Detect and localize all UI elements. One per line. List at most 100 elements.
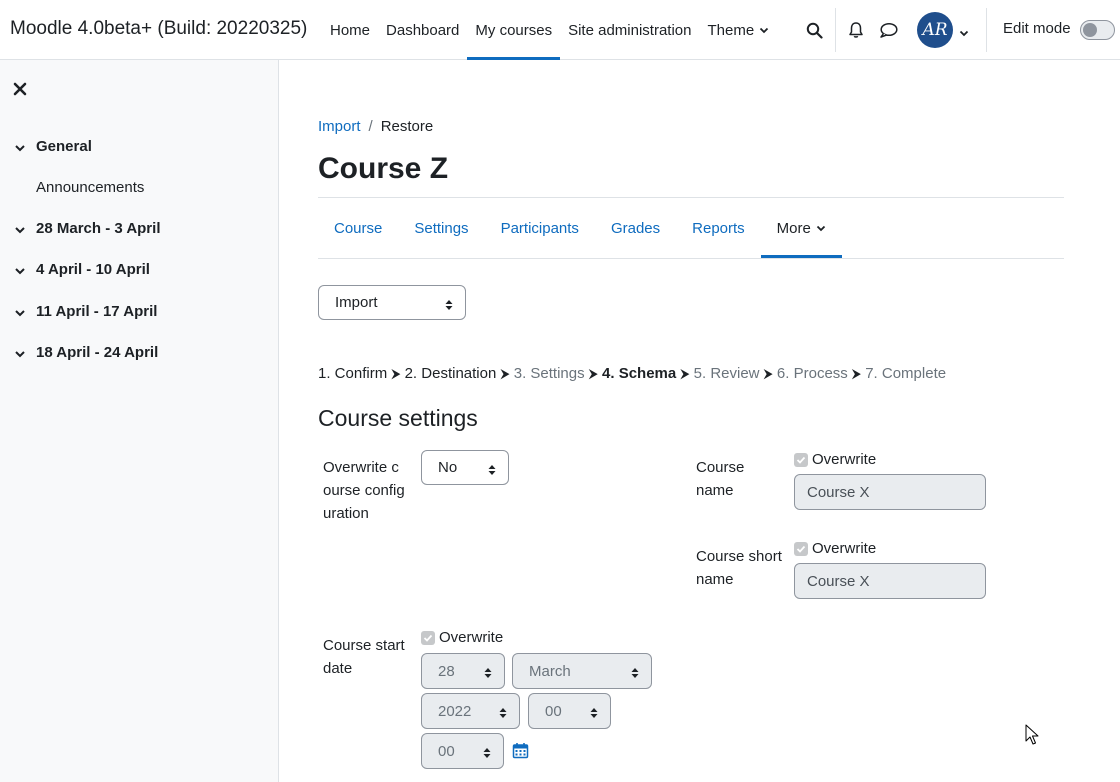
section-week-3[interactable]: 11 April - 17 April — [14, 303, 157, 320]
primary-navigation: Home Dashboard My courses Site administr… — [322, 0, 777, 60]
nav-item-dashboard[interactable]: Dashboard — [378, 0, 467, 60]
course-short-name-overwrite[interactable]: Overwrite — [794, 540, 876, 557]
site-brand[interactable]: Moodle 4.0beta+ (Build: 20220325) — [10, 18, 307, 40]
chevron-down-icon — [14, 141, 26, 153]
section-week-2[interactable]: 4 April - 10 April — [14, 261, 150, 278]
tab-grades[interactable]: Grades — [595, 198, 676, 258]
start-day-select[interactable]: 28 — [421, 653, 505, 689]
step-arrow-icon: ⮞ — [588, 366, 599, 381]
course-index-drawer: General Announcements 28 March - 3 April… — [0, 60, 279, 782]
section-label: 28 March - 3 April — [36, 220, 161, 237]
overwrite-label: Overwrite — [439, 629, 504, 646]
nav-item-my-courses[interactable]: My courses — [467, 0, 560, 60]
chevron-down-icon — [816, 223, 826, 233]
select-arrows-icon — [484, 666, 492, 678]
step-arrow-icon: ⮞ — [763, 366, 773, 381]
course-name-label: Course name — [696, 459, 745, 499]
tab-more-label: More — [776, 219, 811, 237]
nav-item-theme[interactable]: Theme — [700, 0, 778, 60]
step-settings: 3. Settings — [513, 365, 585, 382]
avatar[interactable]: AR — [917, 12, 953, 48]
checkbox-icon[interactable] — [421, 630, 435, 645]
overwrite-label: Overwrite — [812, 540, 877, 557]
breadcrumb: Import / Restore — [318, 118, 433, 135]
checkbox-icon[interactable] — [794, 541, 808, 556]
step-arrow-icon: ⮞ — [851, 366, 862, 381]
course-name-overwrite[interactable]: Overwrite — [794, 451, 876, 468]
select-arrows-icon — [488, 463, 496, 475]
step-schema: 4. Schema — [602, 365, 677, 382]
nav-item-home[interactable]: Home — [322, 0, 378, 60]
nav-label: Theme — [707, 21, 755, 39]
divider — [318, 258, 1064, 259]
navbar-divider — [986, 8, 987, 52]
step-process: 6. Process — [776, 365, 848, 382]
section-label: 11 April - 17 April — [36, 303, 158, 320]
avatar-initials: AR — [922, 20, 948, 40]
start-minute-select[interactable]: 00 — [421, 733, 504, 769]
chevron-down-icon — [14, 223, 26, 235]
tab-participants[interactable]: Participants — [485, 198, 595, 258]
start-hour-select[interactable]: 00 — [528, 693, 611, 729]
select-arrows-icon — [445, 298, 453, 310]
breadcrumb-current: Restore — [380, 118, 434, 135]
activity-announcements[interactable]: Announcements — [36, 179, 144, 196]
chevron-down-icon — [14, 347, 26, 359]
checkbox-icon[interactable] — [794, 452, 808, 467]
overwrite-config-label: Overwrite course configuration — [323, 459, 405, 522]
course-short-name-input[interactable]: Course X — [794, 563, 986, 599]
course-short-name-label: Course short name — [696, 548, 782, 588]
secondary-navigation: Course Settings Participants Grades Repo… — [318, 198, 843, 258]
section-general[interactable]: General — [14, 138, 92, 155]
course-start-date-overwrite[interactable]: Overwrite — [421, 629, 503, 646]
section-label: 18 April - 24 April — [36, 344, 159, 361]
navbar-divider — [835, 8, 836, 52]
nav-item-site-administration[interactable]: Site administration — [560, 0, 699, 60]
overwrite-label: Overwrite — [812, 451, 877, 468]
start-month-select[interactable]: March — [512, 653, 652, 689]
breadcrumb-import-link[interactable]: Import — [318, 118, 361, 135]
select-value: March — [529, 662, 571, 680]
calendar-icon[interactable] — [512, 742, 529, 759]
section-label: 4 April - 10 April — [36, 261, 150, 278]
select-value: No — [438, 459, 458, 476]
breadcrumb-separator: / — [368, 118, 373, 135]
step-review: 5. Review — [693, 365, 760, 382]
course-name-input[interactable]: Course X — [794, 474, 986, 510]
step-complete: 7. Complete — [865, 365, 947, 382]
edit-mode-toggle[interactable] — [1080, 20, 1115, 40]
chevron-down-icon — [14, 264, 26, 276]
step-confirm: 1. Confirm — [318, 365, 388, 382]
tab-settings[interactable]: Settings — [398, 198, 484, 258]
page-title: Course Z — [318, 152, 449, 185]
select-value: 00 — [438, 742, 455, 760]
input-value: Course X — [807, 483, 870, 501]
tab-course[interactable]: Course — [318, 198, 398, 258]
chevron-down-icon — [759, 25, 769, 35]
search-icon[interactable] — [804, 20, 824, 40]
section-week-1[interactable]: 28 March - 3 April — [14, 220, 160, 237]
overwrite-config-select[interactable]: No — [421, 450, 509, 485]
course-settings-heading: Course settings — [318, 405, 478, 431]
step-arrow-icon: ⮞ — [500, 366, 510, 381]
nav-label: Home — [330, 21, 371, 39]
start-year-select[interactable]: 2022 — [421, 693, 520, 729]
select-arrows-icon — [590, 706, 598, 718]
nav-label: My courses — [475, 21, 553, 39]
chat-icon[interactable] — [878, 20, 898, 40]
edit-mode-label: Edit mode — [1003, 20, 1071, 37]
chevron-down-icon[interactable] — [959, 25, 969, 42]
select-arrows-icon — [483, 746, 491, 758]
section-label: General — [36, 138, 92, 155]
chevron-down-icon — [14, 306, 26, 318]
step-arrow-icon: ⮞ — [680, 366, 690, 381]
select-arrows-icon — [499, 706, 507, 718]
tab-more[interactable]: More — [760, 198, 843, 258]
close-icon[interactable] — [13, 82, 29, 98]
toggle-knob — [1083, 23, 1097, 37]
import-action-select[interactable]: Import — [318, 285, 466, 320]
section-week-4[interactable]: 18 April - 24 April — [14, 344, 158, 361]
select-arrows-icon — [631, 666, 639, 678]
tab-reports[interactable]: Reports — [676, 198, 761, 258]
bell-icon[interactable] — [846, 20, 866, 40]
